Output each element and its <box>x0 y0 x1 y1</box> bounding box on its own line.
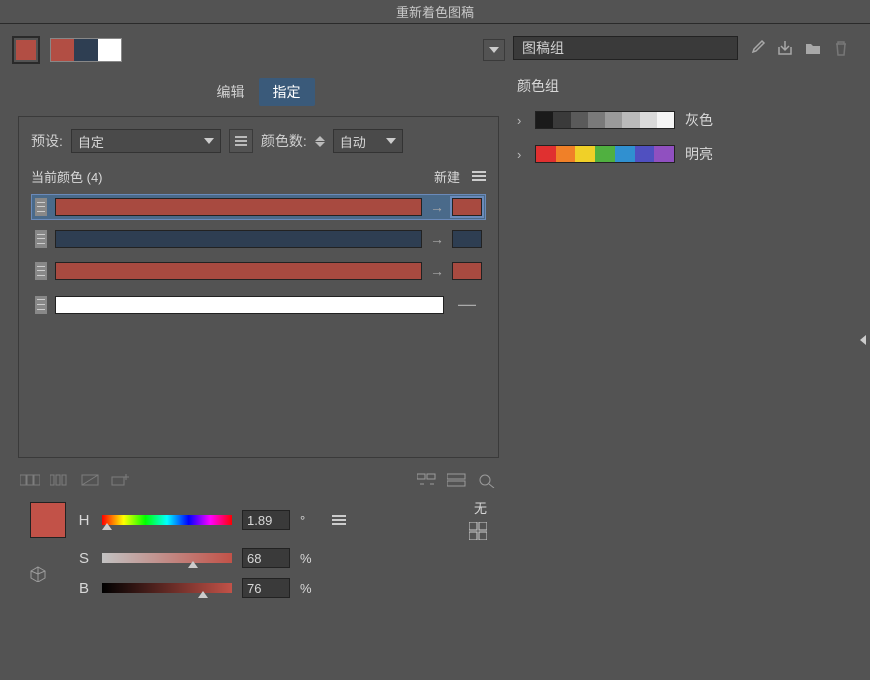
arrow-right-icon: → <box>430 231 444 247</box>
color-group-row[interactable]: › 明亮 <box>513 140 850 168</box>
arrow-right-icon: → <box>430 263 444 279</box>
s-input[interactable] <box>242 548 290 568</box>
chevron-right-icon: › <box>517 147 525 162</box>
exclude-icon[interactable] <box>80 472 100 488</box>
tab-edit[interactable]: 编辑 <box>203 78 259 106</box>
find-in-art-icon[interactable] <box>477 472 497 488</box>
trash-icon <box>832 39 850 57</box>
new-color-button[interactable]: 新建 <box>434 167 460 186</box>
right-panel: 颜色组 › 灰色 › 明亮 <box>505 24 870 680</box>
arrow-right-icon: → <box>430 199 444 215</box>
b-input[interactable] <box>242 578 290 598</box>
folder-icon[interactable] <box>804 39 822 57</box>
color-count-select[interactable]: 自动 <box>333 129 403 153</box>
color-row[interactable]: → <box>31 258 486 284</box>
drag-handle-icon[interactable] <box>35 198 47 216</box>
sort-hue-icon[interactable] <box>417 472 437 488</box>
chevron-right-icon: › <box>517 113 525 128</box>
source-color-bar[interactable] <box>55 296 444 314</box>
color-count-label: 颜色数: <box>261 131 307 151</box>
panel-menu-icon[interactable] <box>472 169 486 184</box>
color-row[interactable]: — <box>31 290 486 319</box>
color-group-name-input[interactable] <box>513 36 738 60</box>
h-input[interactable] <box>242 510 290 530</box>
color-row[interactable]: → <box>31 194 486 220</box>
h-label: H <box>76 512 92 529</box>
color-preview-swatch <box>30 502 66 538</box>
eyedropper-icon[interactable] <box>748 39 766 57</box>
current-colors-label: 当前颜色 (4) <box>31 167 103 186</box>
color-row[interactable]: → <box>31 226 486 252</box>
tab-assign[interactable]: 指定 <box>259 78 315 106</box>
out-of-gamut-icon[interactable] <box>30 566 46 585</box>
color-group-name: 灰色 <box>685 110 713 130</box>
color-group-swatches <box>535 111 675 129</box>
left-panel: 编辑 指定 预设: 自定 颜色数: 自动 <box>0 24 505 680</box>
preset-select[interactable]: 自定 <box>71 129 221 153</box>
hue-slider[interactable] <box>102 515 232 525</box>
stepper-down-icon[interactable] <box>315 142 325 147</box>
b-label: B <box>76 580 92 597</box>
hsb-menu-icon[interactable] <box>332 513 346 528</box>
separate-icon[interactable] <box>50 472 70 488</box>
merge-icon[interactable] <box>20 472 40 488</box>
brightness-slider[interactable] <box>102 583 232 593</box>
color-groups-list: › 灰色 › 明亮 <box>513 106 850 168</box>
drag-handle-icon[interactable] <box>35 262 47 280</box>
window-titlebar: 重新着色图稿 <box>0 0 870 24</box>
color-group-name: 明亮 <box>685 144 713 164</box>
target-color-swatch[interactable] <box>452 230 482 248</box>
target-color-swatch[interactable] <box>452 262 482 280</box>
saturation-slider[interactable] <box>102 553 232 563</box>
drag-handle-icon[interactable] <box>35 296 47 314</box>
harmony-swatches[interactable] <box>50 38 122 62</box>
preset-options-icon[interactable] <box>229 129 253 153</box>
save-group-icon[interactable] <box>776 39 794 57</box>
source-color-bar[interactable] <box>55 262 422 280</box>
window-title: 重新着色图稿 <box>396 2 474 21</box>
harmony-dropdown[interactable] <box>483 39 505 61</box>
color-group-row[interactable]: › 灰色 <box>513 106 850 134</box>
active-color-swatch[interactable] <box>12 36 40 64</box>
grid-icon[interactable] <box>469 522 487 543</box>
preset-label: 预设: <box>31 131 63 151</box>
color-group-swatches <box>535 145 675 163</box>
assign-panel: 预设: 自定 颜色数: 自动 当前颜色 (4 <box>18 116 499 458</box>
drag-handle-icon[interactable] <box>35 230 47 248</box>
target-color-swatch[interactable] <box>452 198 482 216</box>
source-color-bar[interactable] <box>55 198 422 216</box>
no-target-icon: — <box>452 294 482 315</box>
color-groups-title: 颜色组 <box>513 76 850 96</box>
new-row-icon[interactable] <box>110 472 130 488</box>
s-label: S <box>76 550 92 567</box>
source-color-bar[interactable] <box>55 230 422 248</box>
none-label: 无 <box>474 498 487 517</box>
color-rows-list: → → → — <box>31 194 486 319</box>
collapse-panel-button[interactable] <box>856 320 870 360</box>
stepper-up-icon[interactable] <box>315 136 325 141</box>
sort-lightness-icon[interactable] <box>447 472 467 488</box>
